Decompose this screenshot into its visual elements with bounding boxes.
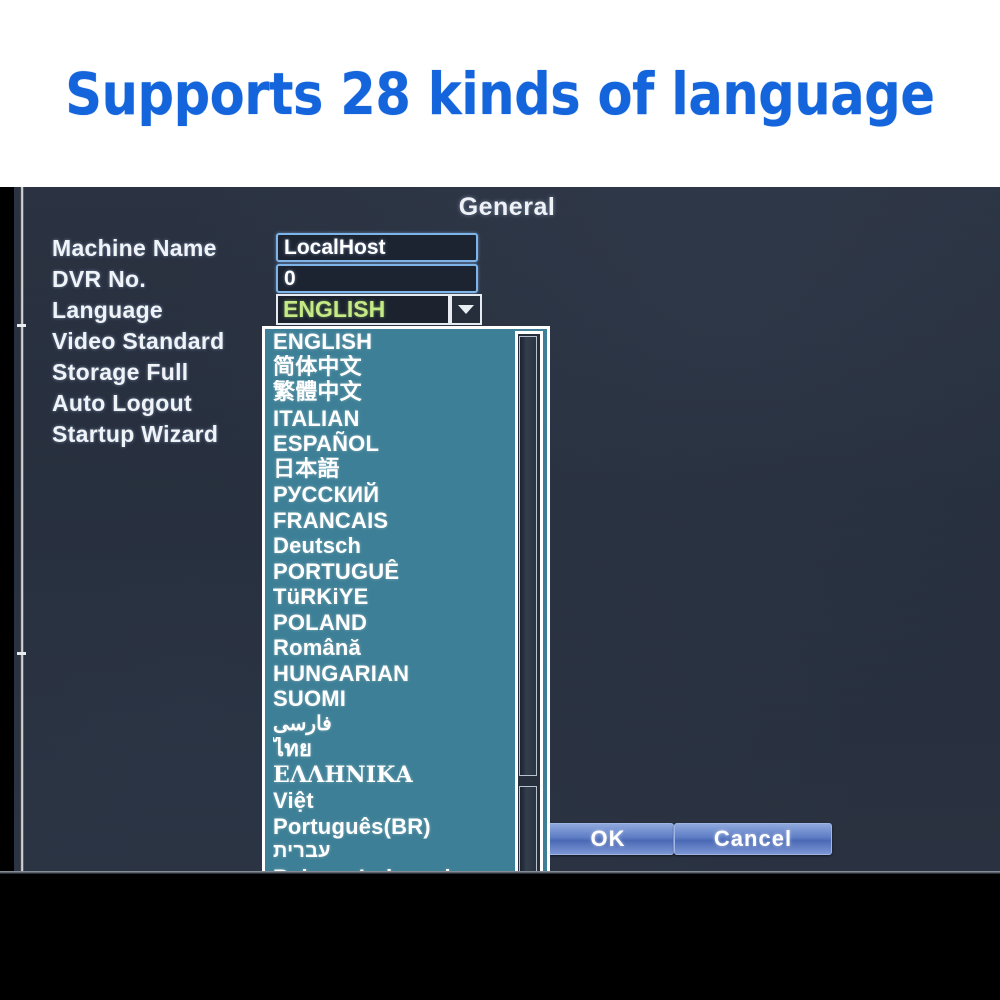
label-video-standard: Video Standard (52, 328, 225, 354)
language-option[interactable]: POLAND (273, 610, 505, 636)
language-option[interactable]: SUOMI (273, 686, 505, 712)
headline-text: Supports 28 kinds of language (65, 59, 935, 128)
language-option-list: ENGLISH 简体中文 繁體中文 ITALIAN ESPAÑOL 日本語 РУССКИЙ F… (273, 329, 505, 871)
scrollbar-thumb-lower[interactable] (519, 786, 537, 871)
dvr-no-input[interactable]: 0 (276, 264, 478, 293)
scrollbar-thumb-upper[interactable] (519, 336, 537, 776)
language-option[interactable]: 简体中文 (273, 355, 505, 381)
form-row-language: Language ENGLISH (38, 294, 518, 328)
language-option[interactable]: TüRKiYE (273, 584, 505, 610)
label-language: Language (52, 297, 164, 323)
cancel-button[interactable]: Cancel (674, 823, 832, 855)
language-combobox[interactable]: ENGLISH (276, 294, 450, 325)
language-option[interactable]: ไทย (273, 737, 505, 763)
ok-button-label: OK (590, 826, 626, 851)
dvr-no-value: 0 (284, 267, 296, 290)
dvr-screen: General Machine Name LocalHost DVR No. 0 (0, 187, 1000, 1000)
language-option[interactable]: ITALIAN (273, 406, 505, 432)
language-dropdown-toggle[interactable] (450, 294, 482, 325)
language-option[interactable]: Việt (273, 788, 505, 814)
form-row-dvr-no: DVR No. 0 (38, 264, 518, 297)
language-option[interactable]: ENGLISH (273, 329, 505, 355)
language-option[interactable]: 日本語 (273, 457, 505, 483)
page-title: General (458, 193, 556, 221)
language-option[interactable]: Deutsch (273, 533, 505, 559)
machine-name-input[interactable]: LocalHost (276, 233, 478, 262)
label-auto-logout: Auto Logout (52, 390, 192, 416)
language-option[interactable]: ESPAÑOL (273, 431, 505, 457)
monitor-bezel (0, 871, 1000, 1000)
screenshot-root: Supports 28 kinds of language General Ma… (0, 0, 1000, 1000)
language-option[interactable]: فارسی (273, 712, 505, 738)
language-option[interactable]: PORTUGUÊ (273, 559, 505, 585)
chevron-down-icon (458, 305, 474, 314)
language-option[interactable]: 繁體中文 (273, 380, 505, 406)
language-option[interactable]: HUNGARIAN (273, 661, 505, 687)
machine-name-value: LocalHost (284, 236, 386, 259)
general-settings-dialog: General Machine Name LocalHost DVR No. 0 (14, 187, 1000, 871)
language-option[interactable]: РУССКИЙ (273, 482, 505, 508)
label-dvr-no: DVR No. (52, 266, 147, 292)
label-startup-wizard: Startup Wizard (52, 421, 219, 447)
label-machine-name: Machine Name (52, 235, 217, 261)
language-dropdown-scrollbar[interactable] (515, 331, 543, 871)
label-storage-full: Storage Full (52, 359, 189, 385)
language-option[interactable]: Română (273, 635, 505, 661)
cancel-button-label: Cancel (713, 826, 793, 851)
headline-banner: Supports 28 kinds of language (0, 0, 1000, 187)
language-dropdown-list[interactable]: ENGLISH 简体中文 繁體中文 ITALIAN ESPAÑOL 日本語 РУССКИЙ F… (262, 326, 550, 871)
language-option[interactable]: ΕΛΛΗΝΙΚΑ (273, 763, 505, 789)
window-frame-line (20, 187, 24, 871)
language-option[interactable]: Português(BR) (273, 814, 505, 840)
ok-button[interactable]: OK (542, 823, 674, 855)
language-option[interactable]: FRANCAIS (273, 508, 505, 534)
language-selected-value: ENGLISH (283, 296, 386, 322)
bezel-highlight (0, 871, 1000, 874)
language-option[interactable]: עברית (273, 839, 505, 865)
form-row-machine-name: Machine Name LocalHost (38, 233, 518, 266)
frame-tick-lower (17, 652, 26, 655)
frame-tick-upper (17, 324, 26, 327)
